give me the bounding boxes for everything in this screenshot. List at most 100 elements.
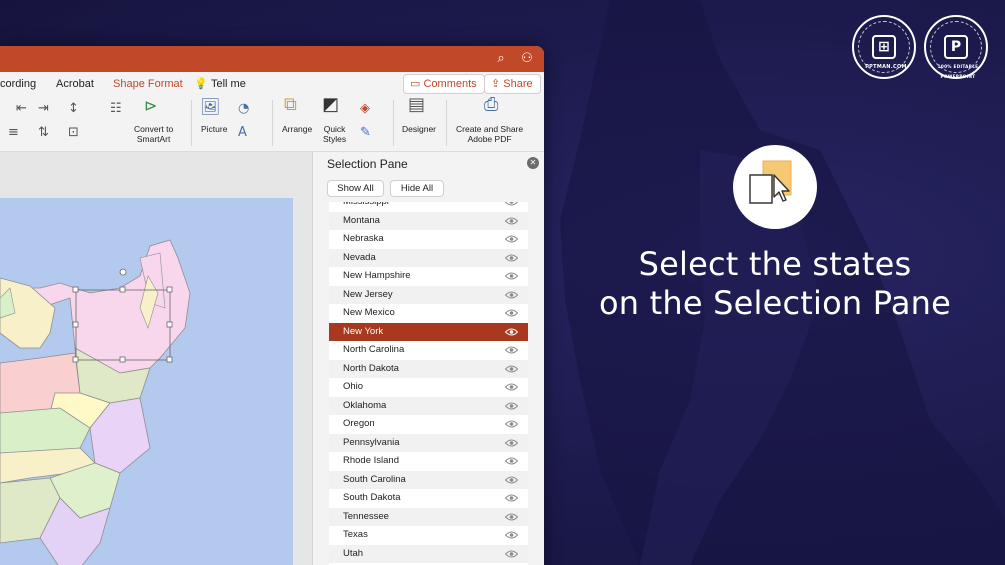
selection-list-item[interactable]: Utah (329, 544, 528, 563)
selection-list-item[interactable]: New Mexico (329, 304, 528, 323)
tab-shape-format[interactable]: Shape Format (113, 77, 183, 91)
selection-list-item[interactable]: Mississippi (329, 202, 528, 212)
tab-tell-me[interactable]: Tell me (211, 77, 246, 91)
tab-recording[interactable]: cording (0, 77, 36, 91)
selection-list[interactable]: Mississippi Montana Nebraska Nevada New Hamp… (329, 202, 528, 565)
selection-list-item[interactable]: Oregon (329, 415, 528, 434)
selection-item-label: Texas (343, 529, 368, 540)
visibility-eye-icon[interactable] (505, 235, 518, 243)
selection-list-item[interactable]: South Carolina (329, 470, 528, 489)
selection-item-label: New Hampshire (343, 270, 411, 281)
comments-label: Comments (423, 78, 477, 90)
line-spacing-icon[interactable]: ↕ (68, 102, 79, 116)
visibility-eye-icon[interactable] (505, 494, 518, 502)
selection-item-label: New Mexico (343, 307, 395, 318)
share-label: Share (503, 78, 533, 90)
selection-item-label: Oklahoma (343, 399, 387, 411)
smartart-icon[interactable]: ⊳ (144, 98, 157, 114)
share-button[interactable]: ⇪ Share (484, 74, 541, 94)
visibility-eye-icon[interactable] (505, 328, 518, 336)
selection-item-label: Ohio (343, 381, 364, 392)
presentation-icon: ⊞ (872, 35, 896, 59)
arrange-icon[interactable]: ⧉ (284, 96, 297, 114)
selection-list-item[interactable]: New Jersey (329, 285, 528, 304)
indent-decrease-icon[interactable]: ⇤ (16, 102, 27, 116)
visibility-eye-icon[interactable] (505, 309, 518, 317)
selection-item-label: Oregon (343, 418, 375, 429)
align-text-icon[interactable]: ⊡ (68, 126, 79, 140)
selection-list-item[interactable]: Tennessee (329, 507, 528, 526)
visibility-eye-icon[interactable] (505, 420, 518, 428)
selection-list-item[interactable]: North Dakota (329, 359, 528, 378)
shapes-icon[interactable]: ◔ (238, 102, 249, 116)
search-icon[interactable]: ⌕ (494, 52, 508, 66)
selection-icon-circle (733, 145, 817, 229)
selection-list-item[interactable]: Nebraska (329, 230, 528, 249)
visibility-eye-icon[interactable] (505, 202, 518, 206)
picture-icon[interactable]: 🖼 (200, 99, 220, 115)
quick-styles-label: Quick Styles (323, 124, 347, 144)
selection-list-item[interactable]: Pennsylvania (329, 433, 528, 452)
visibility-eye-icon[interactable] (505, 383, 518, 391)
visibility-eye-icon[interactable] (505, 550, 518, 558)
visibility-eye-icon[interactable] (505, 365, 518, 373)
outline-color-icon[interactable]: ✎ (360, 126, 371, 140)
selection-list-item[interactable]: Nevada (329, 248, 528, 267)
visibility-eye-icon[interactable] (505, 272, 518, 280)
selection-item-label: Pennsylvania (343, 436, 400, 448)
selection-pane-title: Selection Pane (327, 157, 408, 171)
ribbon-tabs: cording Acrobat Shape Format 💡 Tell me ▭… (0, 72, 544, 96)
selection-list-item[interactable]: New Hampshire (329, 267, 528, 286)
visibility-eye-icon[interactable] (505, 291, 518, 299)
textbox-icon[interactable]: A (238, 126, 247, 140)
visibility-eye-icon[interactable] (505, 346, 518, 354)
visibility-eye-icon[interactable] (505, 476, 518, 484)
visibility-eye-icon[interactable] (505, 402, 518, 410)
selection-list-item[interactable]: Rhode Island (329, 452, 528, 471)
title-bar: ⌕ ⚇ (0, 46, 544, 72)
columns-icon[interactable]: ☷ (110, 102, 122, 116)
tab-acrobat[interactable]: Acrobat (56, 77, 94, 91)
close-icon[interactable]: ✕ (527, 157, 539, 169)
selection-item-label: Tennessee (343, 510, 389, 522)
visibility-eye-icon[interactable] (505, 531, 518, 539)
visibility-eye-icon[interactable] (505, 217, 518, 225)
slide-canvas (0, 152, 312, 565)
visibility-eye-icon[interactable] (505, 439, 518, 447)
adobe-pdf-icon[interactable]: ⎙ (484, 96, 498, 114)
visibility-eye-icon[interactable] (505, 254, 518, 262)
slide-map[interactable] (0, 198, 293, 565)
cursor-select-icon (749, 160, 792, 204)
text-direction-icon[interactable]: ⇅ (38, 126, 49, 140)
align-list-icon[interactable]: ≡ (8, 126, 19, 140)
lightbulb-icon: 💡 (194, 78, 208, 90)
show-all-button[interactable]: Show All (327, 180, 384, 197)
share-icon: ⇪ (491, 78, 501, 90)
hide-all-button[interactable]: Hide All (390, 180, 444, 197)
convert-to-smartart-label: Convert to SmartArt (134, 124, 174, 144)
selection-pane: Selection Pane ✕ Show All Hide All Missi… (312, 152, 544, 565)
visibility-eye-icon[interactable] (505, 513, 518, 521)
quick-styles-icon[interactable]: ◩ (322, 96, 339, 114)
selection-list-item[interactable]: South Dakota (329, 489, 528, 508)
indent-increase-icon[interactable]: ⇥ (38, 102, 49, 116)
selection-item-label: Nebraska (343, 233, 384, 244)
selection-item-label: Nevada (343, 251, 376, 263)
comment-icon: ▭ (410, 78, 421, 90)
fill-color-icon[interactable]: ◈ (360, 102, 370, 116)
headline-line-2: on the Selection Pane (599, 284, 951, 322)
selection-list-item[interactable]: New York (329, 322, 528, 341)
selection-item-label: New York (343, 325, 384, 337)
badge-right-text: 100% EDITABLE POWERPOINT (937, 64, 979, 79)
share-people-icon[interactable]: ⚇ (520, 52, 534, 66)
selection-list-item[interactable]: Oklahoma (329, 396, 528, 415)
selection-list-item[interactable]: Texas (329, 526, 528, 545)
selection-list-item[interactable]: Montana (329, 211, 528, 230)
comments-button[interactable]: ▭ Comments (403, 74, 485, 94)
selection-item-label: South Dakota (343, 492, 401, 503)
visibility-eye-icon[interactable] (505, 457, 518, 465)
designer-icon[interactable]: ▤ (408, 96, 425, 114)
selection-list-item[interactable]: North Carolina (329, 341, 528, 360)
selection-item-label: South Carolina (343, 473, 406, 485)
selection-list-item[interactable]: Ohio (329, 378, 528, 397)
